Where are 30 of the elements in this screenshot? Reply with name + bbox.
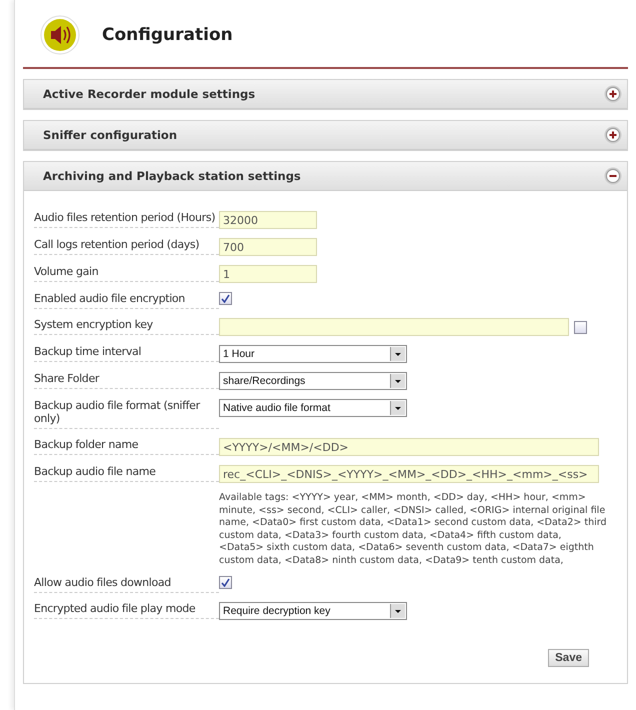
- input-field[interactable]: rec_<CLI>_<DNIS>_<YYYY>_<MM>_<DD>_<HH>_<mm>_<ss>: [219, 465, 599, 483]
- save-button[interactable]: Save: [548, 649, 589, 667]
- checkbox[interactable]: [219, 576, 232, 589]
- input-field[interactable]: 700: [219, 238, 317, 256]
- caret-icon: [390, 604, 405, 618]
- input-field[interactable]: <YYYY>/<MM>/<DD>: [219, 438, 599, 456]
- dropdown[interactable]: 1 Hour: [219, 345, 407, 363]
- speaker-icon: [40, 15, 80, 55]
- caret-icon: [390, 401, 405, 415]
- help-text: Available tags: <YYYY> year, <MM> month, <DD> day, <HH> hour, <mm> minute, <ss> second, <CLI> caller, <DNSI> called, <ORIG> internal original file name, <Data0> first custom data, <Data1> second custom data, <Data2> third custom data, <Data3> fourth custom data, <Data4> fifth custom data, <Data5> sixth custom data, <Data6> seventh custom data, <Data7> eigthth custom data, <Data8> ninth custom data, <Data9> tenth custom data,: [219, 492, 608, 567]
- expand-icon[interactable]: [604, 126, 622, 144]
- caret-icon: [390, 374, 405, 388]
- dropdown[interactable]: Native audio file format: [219, 399, 407, 417]
- checkbox[interactable]: [219, 292, 232, 305]
- input-field[interactable]: 32000: [219, 211, 317, 229]
- checkbox[interactable]: [574, 320, 587, 334]
- caret-icon: [390, 347, 405, 361]
- panel-header[interactable]: Sniffer configuration: [24, 121, 627, 150]
- page-title: Configuration: [102, 25, 233, 45]
- dropdown[interactable]: share/Recordings: [219, 372, 407, 390]
- panel-header[interactable]: Active Recorder module settings: [24, 80, 627, 109]
- input-field[interactable]: [219, 318, 569, 336]
- panel-title: Archiving and Playback station settings: [43, 169, 301, 183]
- collapse-icon[interactable]: [604, 167, 622, 185]
- expand-icon[interactable]: [604, 85, 622, 103]
- dropdown[interactable]: Require decryption key: [219, 602, 407, 620]
- panel-title: Active Recorder module settings: [43, 87, 256, 101]
- input-field[interactable]: 1: [219, 265, 317, 283]
- panel-title: Sniffer configuration: [43, 128, 178, 142]
- panel-header[interactable]: Archiving and Playback station settings: [24, 162, 627, 191]
